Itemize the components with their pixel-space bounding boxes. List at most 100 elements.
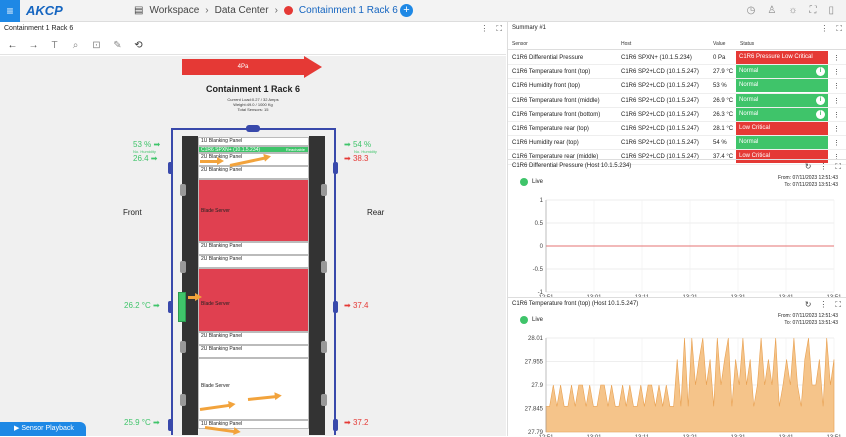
rack-slot[interactable]: 1U Blanking Panel xyxy=(198,137,309,146)
y-tick-label: 27.955 xyxy=(525,360,544,366)
more-icon[interactable]: ⋮ xyxy=(480,24,488,34)
status-dot xyxy=(283,6,293,15)
y-tick-label: 0 xyxy=(540,244,544,250)
clock-icon[interactable]: ◷ xyxy=(747,5,756,16)
table-row[interactable]: C1R6 Humidity rear (top) C1R6 SP2+LCD (10… xyxy=(508,136,846,151)
more-icon[interactable]: ⋮ xyxy=(833,54,840,62)
sensor-strip[interactable] xyxy=(178,292,186,322)
info-icon[interactable]: i xyxy=(816,67,825,77)
door-icon[interactable]: ▯ xyxy=(828,5,834,16)
panel-controls: ⋮ ⛶ xyxy=(480,24,502,34)
rack-slot[interactable]: 2U Blanking Panel xyxy=(198,166,309,179)
hamburger-icon[interactable]: ≡ xyxy=(0,0,20,22)
rack-slot[interactable]: 2U Blanking Panel xyxy=(198,345,309,358)
chevron-right-icon: › xyxy=(274,5,278,16)
sensor-front-humidity[interactable]: 53 % ➡ No. Humidity xyxy=(133,140,160,154)
more-icon[interactable]: ⋮ xyxy=(820,24,828,34)
status-badge: Normal i xyxy=(736,65,828,79)
add-button[interactable]: + xyxy=(400,4,413,17)
table-row[interactable]: C1R6 Temperature front (middle) C1R6 SP2+… xyxy=(508,93,846,108)
table-row[interactable]: C1R6 Humidity front (top) C1R6 SP2+LCD (1… xyxy=(508,79,846,94)
frame-handle[interactable] xyxy=(333,162,338,174)
more-icon[interactable]: ⋮ xyxy=(833,125,840,133)
lock-icon[interactable]: ⊡ xyxy=(86,37,107,54)
rack-slot[interactable]: 2U Blanking Panel xyxy=(198,242,309,255)
breadcrumb-workspace[interactable]: Workspace xyxy=(149,5,199,16)
rack-title: Containment 1 Rack 6 xyxy=(205,84,301,94)
rack-slot-device[interactable]: C1R6 SPXN+ (10.1.5.234) Reachable xyxy=(198,146,309,153)
forward-icon[interactable]: → xyxy=(23,37,44,54)
rack-canvas: 4Pa Containment 1 Rack 6 Current Load:0.… xyxy=(0,56,506,436)
top-icons: ◷ ♙ ☼ ⛶ ▯ xyxy=(747,5,834,16)
expand-icon[interactable]: ⛶ xyxy=(836,24,842,34)
rail-clip xyxy=(180,184,186,196)
col-host: Host xyxy=(621,41,632,47)
expand-icon[interactable]: ⛶ xyxy=(496,24,502,34)
rotate-icon[interactable]: ⟲ xyxy=(128,37,149,54)
breadcrumb-current[interactable]: Containment 1 Rack 6 xyxy=(299,5,398,16)
table-row[interactable]: C1R6 Temperature front (bottom) C1R6 SP2+… xyxy=(508,107,846,122)
bulb-icon[interactable]: ☼ xyxy=(788,5,797,16)
sensor-playback-button[interactable]: ▶ Sensor Playback xyxy=(0,422,86,436)
frame-handle[interactable] xyxy=(168,419,173,431)
cell-value: 26.3 °C xyxy=(713,111,734,118)
table-header: Sensor Host Value Status xyxy=(508,37,846,50)
cell-sensor: C1R6 Temperature rear (top) xyxy=(512,126,589,132)
y-tick-label: 1 xyxy=(540,198,544,204)
rack-rail-left xyxy=(182,136,198,435)
cell-host: C1R6 SP2+LCD (10.1.5.247) xyxy=(621,111,699,118)
rack-slot[interactable]: 2U Blanking Panel xyxy=(198,332,309,345)
more-icon[interactable]: ⋮ xyxy=(833,111,840,119)
y-tick-label: 0.5 xyxy=(535,221,544,227)
y-tick-label: 27.845 xyxy=(525,407,544,413)
table-row[interactable]: C1R6 Temperature rear (top) C1R6 SP2+LCD … xyxy=(508,122,846,137)
sensor-front-mid-temp[interactable]: 26.2 °C ➡ xyxy=(124,301,160,310)
frame-handle[interactable] xyxy=(168,162,173,174)
more-icon[interactable]: ⋮ xyxy=(833,68,840,76)
table-row[interactable]: C1R6 Temperature front (top) C1R6 SP2+LCD… xyxy=(508,65,846,80)
info-icon[interactable]: i xyxy=(816,109,825,119)
frame-handle[interactable] xyxy=(333,301,338,313)
table-row[interactable]: C1R6 Differential Pressure C1R6 SPXN+ (10… xyxy=(508,51,846,66)
status-badge: Normal i xyxy=(736,107,828,121)
sensor-rear-mid-temp[interactable]: ➡ 37.4 xyxy=(344,301,369,310)
cell-host: C1R6 SP2+LCD (10.1.5.247) xyxy=(621,83,699,90)
cell-host: C1R6 SPXN+ (10.1.5.234) xyxy=(621,55,692,61)
y-tick-label: -0.5 xyxy=(533,267,544,273)
rack-slot[interactable]: 2U Blanking Panel xyxy=(198,255,309,268)
status-badge: C1R6 Pressure Low Critical xyxy=(736,51,828,64)
rail-clip xyxy=(321,394,327,406)
sensor-rear-humidity[interactable]: ➡ 54 % No. Humidity xyxy=(344,140,377,154)
airflow-arrow-icon xyxy=(200,157,224,165)
rack-slot-server[interactable]: Blade Server xyxy=(198,179,309,242)
text-icon[interactable]: T xyxy=(44,37,65,54)
back-icon[interactable]: ← xyxy=(2,37,23,54)
more-icon[interactable]: ⋮ xyxy=(833,139,840,147)
rack-slot-server[interactable]: Blade Server xyxy=(198,268,309,332)
frame-handle[interactable] xyxy=(246,125,260,132)
sensor-rear-bottom-temp[interactable]: ➡ 37.2 xyxy=(344,418,369,427)
sensor-front-bottom-temp[interactable]: 25.9 °C ➡ xyxy=(124,418,160,427)
breadcrumb: ▤ Workspace › Data Center › Containment … xyxy=(134,5,409,16)
y-tick-label: 28.01 xyxy=(528,336,544,342)
frame-handle[interactable] xyxy=(168,301,173,313)
fullscreen-icon[interactable]: ⛶ xyxy=(809,5,816,16)
frame-handle[interactable] xyxy=(333,419,338,431)
rack-panel: Containment 1 Rack 6 ⋮ ⛶ ← → T ⌕ ⊡ ✎ ⟲ 4… xyxy=(0,22,506,436)
sensor-rear-top-temp[interactable]: ➡ 38.3 xyxy=(344,154,369,163)
top-bar: ≡ AKCP ▤ Workspace › Data Center › Conta… xyxy=(0,0,846,22)
rail-clip xyxy=(180,261,186,273)
workspace-icon: ▤ xyxy=(134,5,144,16)
info-icon[interactable]: i xyxy=(816,95,825,105)
search-icon[interactable]: ⌕ xyxy=(65,37,86,54)
pencil-icon[interactable]: ✎ xyxy=(107,37,128,54)
user-icon[interactable]: ♙ xyxy=(767,5,776,16)
pressure-chart: 10.50-0.5-112:51 13:01 13:11 13:21 13:31 13:4… xyxy=(533,198,843,298)
y-tick-label: 27.9 xyxy=(531,383,543,389)
more-icon[interactable]: ⋮ xyxy=(833,82,840,90)
sensor-front-top-temp[interactable]: 26.4 ➡ xyxy=(133,154,158,163)
status-badge: Normal i xyxy=(736,93,828,107)
rack-slot-server[interactable]: Blade Server xyxy=(198,358,309,420)
breadcrumb-data-center[interactable]: Data Center xyxy=(215,5,269,16)
more-icon[interactable]: ⋮ xyxy=(833,97,840,105)
